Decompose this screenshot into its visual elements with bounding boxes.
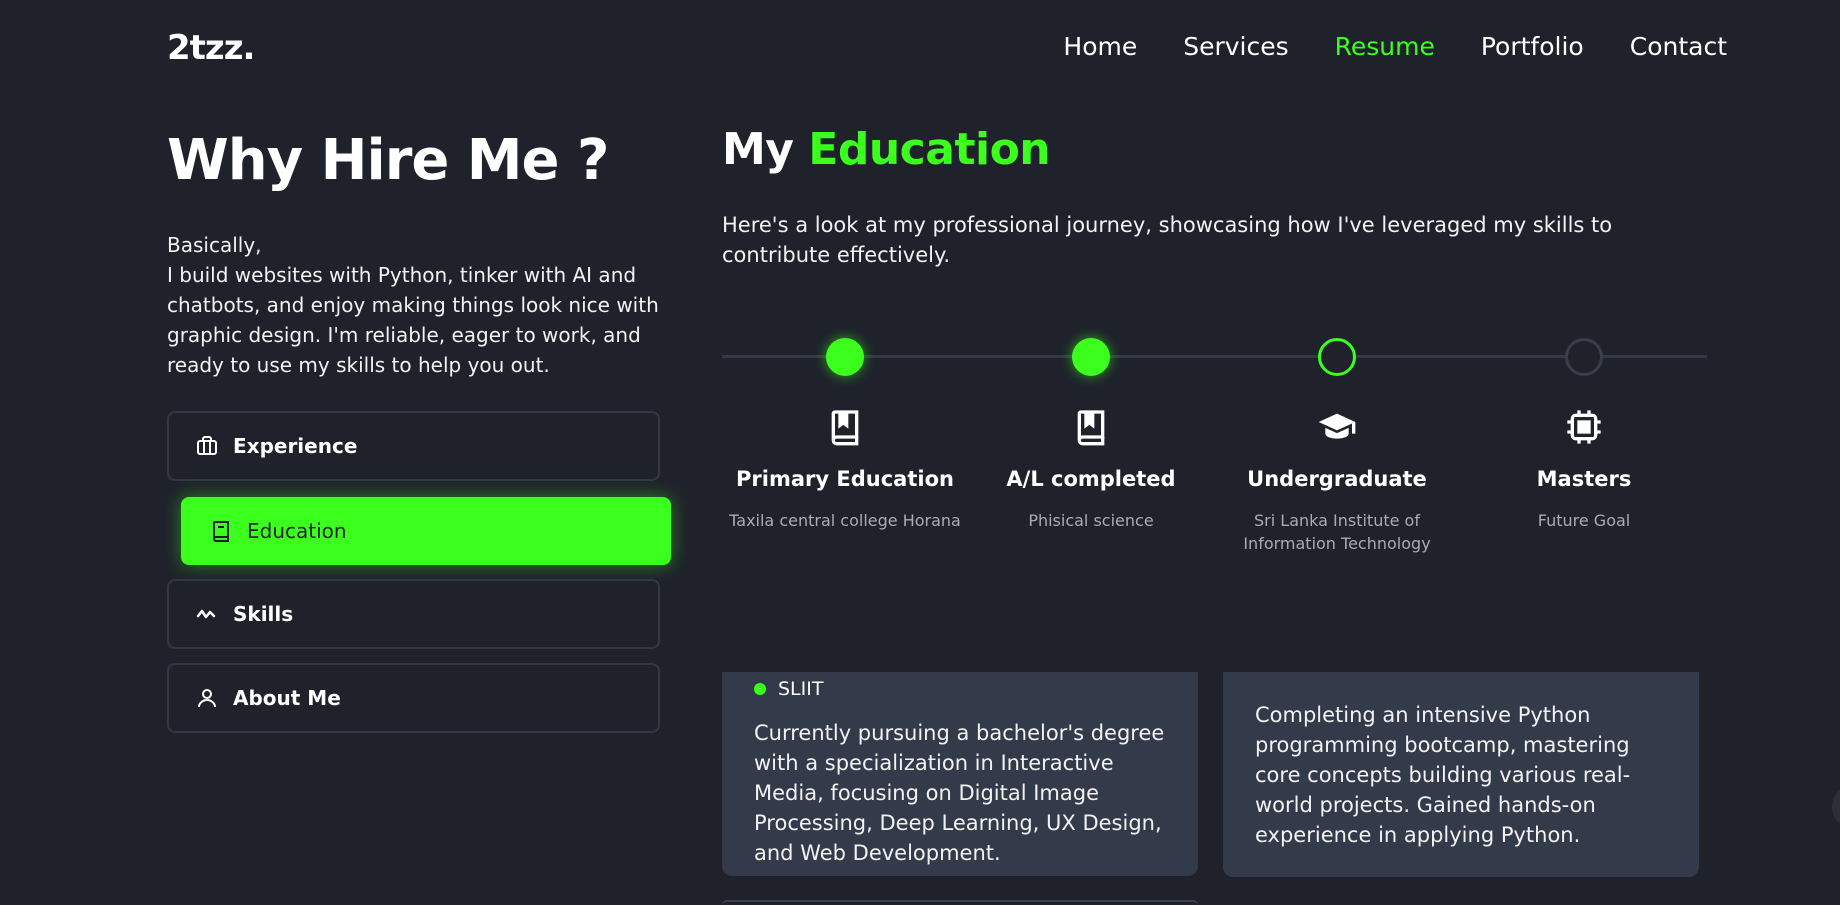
stage-subtitle: Sri Lanka Institute of Information Techn… <box>1243 511 1431 553</box>
card-text: Completing an intensive Python programmi… <box>1255 703 1631 847</box>
stage-masters: Masters Future Goal <box>1454 405 1714 532</box>
site-logo[interactable]: 2tzz. <box>167 28 255 68</box>
tab-about-me-label: About Me <box>233 686 341 710</box>
education-card-python-bootcamp: Completing an intensive Python programmi… <box>1223 672 1699 877</box>
tab-experience[interactable]: Experience <box>167 411 660 481</box>
education-description: Here's a look at my professional journey… <box>722 213 1613 267</box>
tab-education-label: Education <box>247 519 347 543</box>
why-hire-title: Why Hire Me ? <box>167 128 609 193</box>
next-card-edge <box>722 900 1198 905</box>
education-title: My Education <box>722 124 1051 175</box>
education-title-prefix: My <box>722 124 794 175</box>
floating-button[interactable] <box>1832 788 1840 826</box>
stage-subtitle: Taxila central college Horana <box>729 511 961 530</box>
tab-about-me[interactable]: About Me <box>167 663 660 733</box>
why-hire-text: Basically, I build websites with Python,… <box>167 230 667 380</box>
stage-title: Undergraduate <box>1247 467 1427 491</box>
tab-education[interactable]: Education <box>181 497 671 565</box>
stage-subtitle: Future Goal <box>1537 511 1631 530</box>
timeline-dot-masters[interactable] <box>1565 338 1603 376</box>
tab-skills[interactable]: Skills <box>167 579 660 649</box>
chip-icon <box>1454 405 1714 449</box>
tab-skills-label: Skills <box>233 602 294 626</box>
nav-services[interactable]: Services <box>1183 32 1288 61</box>
book-icon <box>209 519 233 543</box>
book-icon <box>715 405 975 449</box>
nav-resume[interactable]: Resume <box>1335 32 1435 61</box>
stage-title: Masters <box>1536 467 1632 491</box>
education-card-sliit: SLIIT Currently pursuing a bachelor's de… <box>722 672 1198 876</box>
stage-title: Primary Education <box>736 467 954 491</box>
user-icon <box>195 686 219 710</box>
why-hire-body: I build websites with Python, tinker wit… <box>167 263 659 377</box>
card-text: Currently pursuing a bachelor's degree w… <box>754 721 1165 865</box>
stage-undergraduate: Undergraduate Sri Lanka Institute of Inf… <box>1207 405 1467 555</box>
timeline-dot-al[interactable] <box>1072 338 1110 376</box>
stage-primary-education: Primary Education Taxila central college… <box>715 405 975 532</box>
timeline-track <box>722 355 1707 358</box>
education-title-accent: Education <box>808 124 1051 175</box>
stage-al-completed: A/L completed Phisical science <box>961 405 1221 532</box>
activity-icon <box>195 602 219 626</box>
nav-contact[interactable]: Contact <box>1630 32 1727 61</box>
stage-subtitle: Phisical science <box>1028 511 1154 530</box>
timeline-dot-primary[interactable] <box>826 338 864 376</box>
institution-name: SLIIT <box>778 678 824 700</box>
status-dot <box>754 683 766 695</box>
tab-experience-label: Experience <box>233 434 358 458</box>
timeline-dot-undergraduate[interactable] <box>1318 338 1356 376</box>
main-nav: Home Services Resume Portfolio Contact <box>1063 32 1727 61</box>
briefcase-icon <box>195 434 219 458</box>
nav-portfolio[interactable]: Portfolio <box>1481 32 1584 61</box>
card-institution: SLIIT <box>754 678 1166 700</box>
nav-home[interactable]: Home <box>1063 32 1137 61</box>
book-icon <box>961 405 1221 449</box>
stage-title: A/L completed <box>1006 467 1176 491</box>
graduation-cap-icon <box>1207 405 1467 449</box>
why-hire-intro: Basically, <box>167 233 262 257</box>
